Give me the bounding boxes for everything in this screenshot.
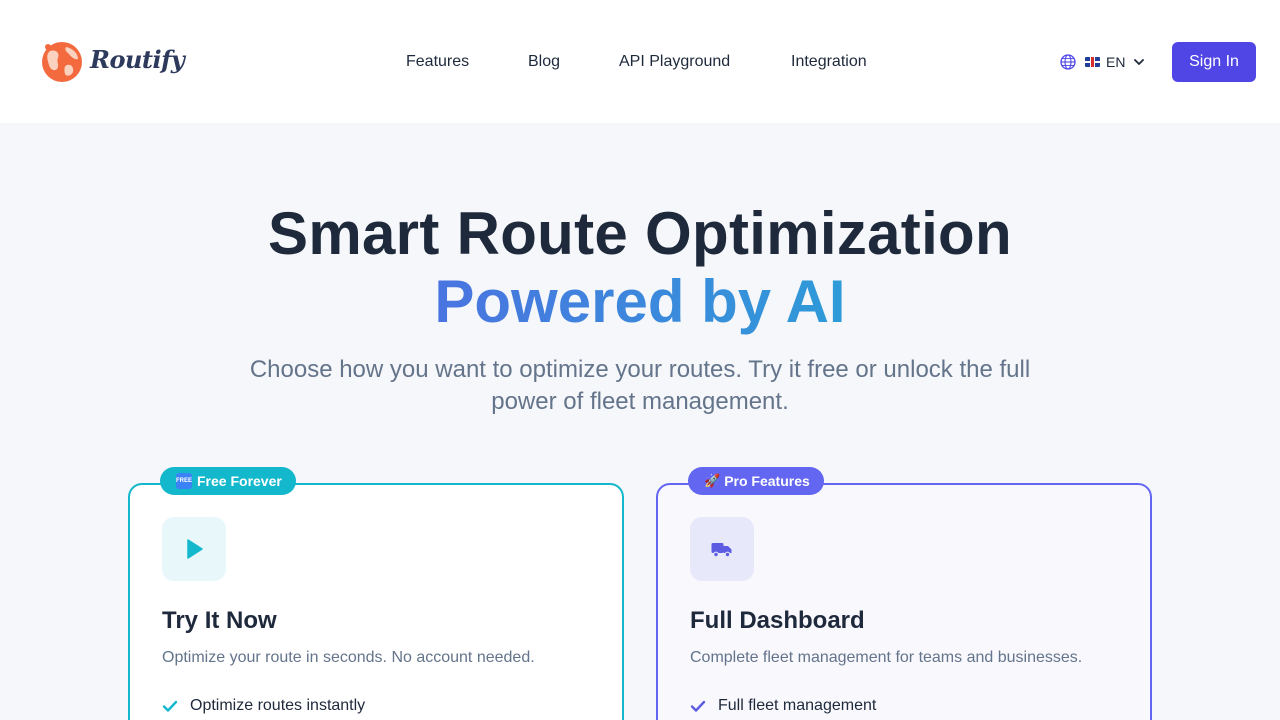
globe-icon: [1060, 54, 1076, 70]
nav-integration[interactable]: Integration: [791, 52, 867, 72]
site-header: Routify Features Blog API Playground Int…: [0, 0, 1280, 123]
feature-label: Optimize routes instantly: [190, 697, 366, 714]
card-title: Full Dashboard: [690, 607, 865, 634]
card-description: Complete fleet management for teams and …: [690, 649, 1083, 666]
feature-item: Optimize routes instantly: [162, 696, 365, 716]
card-description: Optimize your route in seconds. No accou…: [162, 649, 535, 666]
hero-accent-title: Powered by AI: [0, 268, 1280, 336]
card-icon-wrapper: [690, 517, 754, 581]
check-icon: [690, 700, 706, 712]
free-tag-icon: FREE: [176, 473, 192, 489]
truck-icon: [711, 543, 732, 558]
nav-blog[interactable]: Blog: [528, 52, 560, 72]
chevron-down-icon: [1134, 59, 1145, 65]
feature-item: Full fleet management: [690, 696, 876, 716]
badge-label: Pro Features: [724, 473, 810, 489]
free-plan-card[interactable]: FREE Free Forever Try It Now Optimize yo…: [128, 467, 624, 720]
badge-label: Free Forever: [197, 473, 282, 489]
nav-features[interactable]: Features: [406, 52, 469, 72]
check-icon: [162, 700, 178, 712]
hero-subtitle: Choose how you want to optimize your rou…: [249, 356, 1031, 415]
free-forever-badge: FREE Free Forever: [160, 467, 296, 495]
pro-plan-card[interactable]: 🚀 Pro Features Full Dashboard Complete f…: [656, 467, 1152, 720]
hero-accent-text: Powered by AI: [434, 268, 846, 335]
feature-label: Full fleet management: [718, 697, 877, 714]
card-icon-wrapper: [162, 517, 226, 581]
rocket-icon: 🚀: [704, 473, 721, 488]
uk-flag-icon: [1085, 57, 1100, 67]
language-selector[interactable]: EN: [1060, 53, 1145, 71]
language-code: EN: [1106, 54, 1126, 70]
hero-title: Smart Route Optimization: [268, 200, 1012, 267]
nav-api-playground[interactable]: API Playground: [619, 52, 730, 72]
card-title: Try It Now: [162, 607, 277, 634]
sign-in-button[interactable]: Sign In: [1172, 42, 1256, 82]
play-icon: [187, 539, 203, 559]
pro-features-badge: 🚀 Pro Features: [688, 467, 824, 495]
